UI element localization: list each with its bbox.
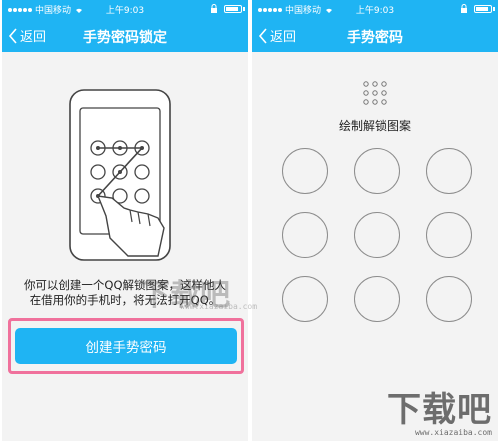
phone-pattern-illustration <box>69 89 171 261</box>
battery-icon <box>474 5 492 13</box>
pattern-dot-8[interactable] <box>354 276 400 322</box>
pattern-preview-icon <box>363 81 387 105</box>
nav-bar: 返回 手势密码锁定 <box>2 18 248 52</box>
pattern-dot-6[interactable] <box>426 212 472 258</box>
screen-gesture-password: 中国移动 上午9:03 返回 手势密码 绘制解锁图案 下载吧 www.xiaza… <box>252 0 498 441</box>
watermark-center-url: www.xiazaiba.com <box>180 302 258 311</box>
pattern-dot-9[interactable] <box>426 276 472 322</box>
lock-icon <box>461 4 467 13</box>
create-gesture-password-button[interactable]: 创建手势密码 <box>15 328 237 364</box>
pattern-dot-7[interactable] <box>282 276 328 322</box>
pattern-dot-3[interactable] <box>426 148 472 194</box>
watermark: 下载吧 www.xiazaiba.com <box>387 392 492 437</box>
nav-bar: 返回 手势密码 <box>252 18 498 52</box>
screen-gesture-lock: 中国移动 上午9:03 返回 手势密码锁定 你可以创建一个QQ解锁图案，这样他人… <box>2 0 248 441</box>
status-bar: 中国移动 上午9:03 <box>252 0 498 18</box>
battery-icon <box>224 5 242 13</box>
lock-icon <box>211 4 217 13</box>
page-title: 手势密码 <box>347 30 403 46</box>
battery-tip <box>493 7 495 11</box>
pattern-dot-5[interactable] <box>354 212 400 258</box>
status-bar: 中国移动 上午9:03 <box>2 0 248 18</box>
battery-tip <box>243 7 245 11</box>
watermark-text: 下载吧 <box>387 390 492 430</box>
page-title: 手势密码锁定 <box>83 30 167 46</box>
pattern-dot-1[interactable] <box>282 148 328 194</box>
pattern-grid[interactable] <box>272 140 482 340</box>
pattern-dot-4[interactable] <box>282 212 328 258</box>
pattern-dot-2[interactable] <box>354 148 400 194</box>
instruction-label: 绘制解锁图案 <box>338 119 411 133</box>
